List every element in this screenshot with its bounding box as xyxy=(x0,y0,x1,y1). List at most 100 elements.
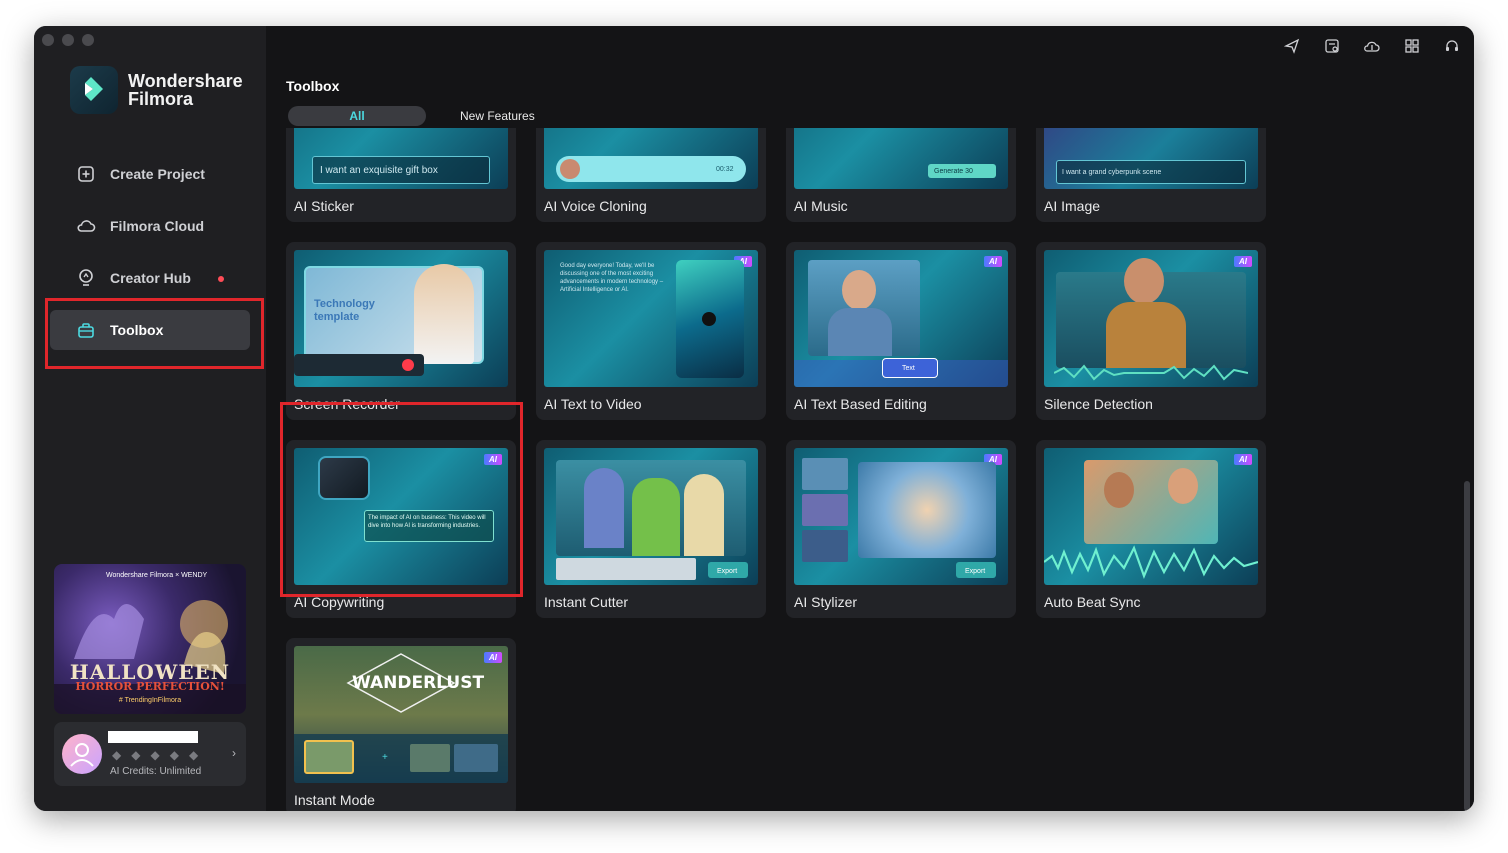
top-toolbar xyxy=(1282,36,1462,56)
tool-card-ai-sticker[interactable]: I want an exquisite gift box AI Sticker xyxy=(286,128,516,222)
tool-thumbnail: AI xyxy=(1044,250,1258,387)
tool-card-label: Instant Cutter xyxy=(544,594,629,610)
sidebar-item-filmora-cloud[interactable]: Filmora Cloud xyxy=(50,206,250,246)
tool-card-ai-music[interactable]: Generate 30 AI Music xyxy=(786,128,1016,222)
app-window: Wondershare Filmora Create Project Filmo… xyxy=(34,26,1474,811)
tool-card-label: AI Voice Cloning xyxy=(544,198,647,214)
tool-card-label: AI Stylizer xyxy=(794,594,858,610)
tool-thumbnail: AI xyxy=(1044,448,1258,585)
sidebar-item-label: Filmora Cloud xyxy=(110,218,205,234)
ai-badge: AI xyxy=(1234,454,1252,465)
ai-badge: AI xyxy=(984,256,1002,267)
toolbox-highlight-frame xyxy=(45,298,264,369)
page-title: Toolbox xyxy=(286,78,340,94)
thumb-caption: Export xyxy=(965,568,986,575)
tool-card-silence-detection[interactable]: AI Silence Detection xyxy=(1036,242,1266,420)
tool-card-instant-mode[interactable]: AI WANDERLUST + Instant Mode xyxy=(286,638,516,811)
badge-icon: ◆ xyxy=(131,748,141,762)
ai-copywriting-highlight-frame xyxy=(280,402,523,597)
badge-icon: ◆ xyxy=(112,748,122,762)
ai-badge: AI xyxy=(484,652,502,663)
sidebar-item-label: Create Project xyxy=(110,166,205,182)
badge-icon: ◆ xyxy=(169,748,179,762)
username-redacted xyxy=(108,731,198,743)
thumb-caption: WANDERLUST xyxy=(352,673,485,693)
tool-card-label: AI Image xyxy=(1044,198,1101,214)
tool-thumbnail: I want a grand cyberpunk scene xyxy=(1044,128,1258,189)
tool-card-label: Auto Beat Sync xyxy=(1044,594,1141,610)
promo-subtitle: HORROR PERFECTION! xyxy=(75,680,225,693)
tool-thumbnail: Technology template xyxy=(294,250,508,387)
grid-apps-icon[interactable] xyxy=(1402,36,1422,56)
tool-card-label: AI Text Based Editing xyxy=(794,396,927,412)
close-window-button[interactable] xyxy=(42,34,54,46)
thumb-caption: 00:32 xyxy=(716,166,734,173)
tool-thumbnail: AI Good day everyone! Today, we'll be di… xyxy=(544,250,758,387)
tool-thumbnail: I want an exquisite gift box xyxy=(294,128,508,189)
maximize-window-button[interactable] xyxy=(82,34,94,46)
thumb-caption: Export xyxy=(717,568,738,575)
promo-brand: Wondershare Filmora × WENDY xyxy=(106,572,208,579)
badge-icon: ◆ xyxy=(188,748,199,762)
tool-card-label: AI Text to Video xyxy=(544,396,642,412)
tool-card-label: AI Music xyxy=(794,198,848,214)
tool-card-ai-image[interactable]: I want a grand cyberpunk scene AI Image xyxy=(1036,128,1266,222)
filter-tabs: All New Features xyxy=(288,106,535,126)
avatar xyxy=(62,734,102,774)
tool-card-ai-text-to-video[interactable]: AI Good day everyone! Today, we'll be di… xyxy=(536,242,766,420)
tool-thumbnail: AI WANDERLUST + xyxy=(294,646,508,783)
tool-card-label: AI Sticker xyxy=(294,198,354,214)
tool-card-screen-recorder[interactable]: Technology template Screen Recorder xyxy=(286,242,516,420)
thumb-caption: Good day everyone! Today, we'll be discu… xyxy=(560,263,664,293)
cloud-upload-icon[interactable] xyxy=(1362,36,1382,56)
user-badges: ◆ ◆ ◆ ◆ ◆ xyxy=(112,748,198,762)
send-feedback-icon[interactable] xyxy=(1282,36,1302,56)
brand-line1: Wondershare xyxy=(128,71,243,91)
sidebar-item-create-project[interactable]: Create Project xyxy=(50,154,250,194)
add-clip-icon: + xyxy=(382,752,388,763)
tool-card-ai-text-based-editing[interactable]: AI Text AI Text Based Editing xyxy=(786,242,1016,420)
tool-thumbnail: 00:32 xyxy=(544,128,758,189)
vertical-scrollbar[interactable] xyxy=(1464,481,1470,811)
waveform-icon xyxy=(1054,364,1248,381)
tool-card-instant-cutter[interactable]: Export Instant Cutter xyxy=(536,440,766,618)
sidebar: Wondershare Filmora Create Project Filmo… xyxy=(34,26,266,811)
projects-icon[interactable] xyxy=(1322,36,1342,56)
tool-thumbnail: AI Text xyxy=(794,250,1008,387)
tab-new-features[interactable]: New Features xyxy=(460,106,535,126)
plus-square-icon xyxy=(76,164,96,184)
window-controls xyxy=(42,34,94,46)
tool-card-label: Instant Mode xyxy=(294,792,375,808)
badge-icon: ◆ xyxy=(150,748,160,762)
brand-line2: Filmora xyxy=(128,89,194,109)
tool-thumbnail: Export xyxy=(544,448,758,585)
tab-all[interactable]: All xyxy=(288,106,426,126)
app-logo: Wondershare Filmora xyxy=(70,66,243,114)
tool-card-label: Silence Detection xyxy=(1044,396,1153,412)
notification-dot xyxy=(218,276,224,282)
tool-thumbnail: AI Export xyxy=(794,448,1008,585)
headset-support-icon[interactable] xyxy=(1442,36,1462,56)
halloween-promo-banner[interactable]: Wondershare Filmora × WENDY HALLOWEEN HO… xyxy=(54,564,246,714)
chevron-right-icon[interactable]: › xyxy=(232,746,236,760)
sidebar-item-creator-hub[interactable]: Creator Hub xyxy=(50,258,250,298)
filmora-logo-icon xyxy=(70,66,118,114)
bulb-icon xyxy=(76,268,96,288)
user-account-card[interactable]: ◆ ◆ ◆ ◆ ◆ AI Credits: Unlimited › xyxy=(54,722,246,786)
promo-hashtag: # TrendingInFilmora xyxy=(118,697,182,704)
thumb-caption: Generate 30 xyxy=(934,168,973,175)
tool-card-ai-voice-cloning[interactable]: 00:32 AI Voice Cloning xyxy=(536,128,766,222)
thumb-caption: Technology template xyxy=(314,298,375,323)
tool-thumbnail: Generate 30 xyxy=(794,128,1008,189)
tool-card-ai-stylizer[interactable]: AI Export AI Stylizer xyxy=(786,440,1016,618)
ai-badge: AI xyxy=(1234,256,1252,267)
cloud-icon xyxy=(76,216,96,236)
ai-credits-text: AI Credits: Unlimited xyxy=(110,766,202,777)
tool-card-auto-beat-sync[interactable]: AI Auto Beat Sync xyxy=(1036,440,1266,618)
thumb-caption: I want a grand cyberpunk scene xyxy=(1062,169,1162,176)
beat-waveform-icon xyxy=(1044,545,1258,580)
thumb-caption: Text xyxy=(902,365,915,372)
sidebar-item-label: Creator Hub xyxy=(110,270,191,286)
minimize-window-button[interactable] xyxy=(62,34,74,46)
thumb-caption: I want an exquisite gift box xyxy=(320,165,438,176)
